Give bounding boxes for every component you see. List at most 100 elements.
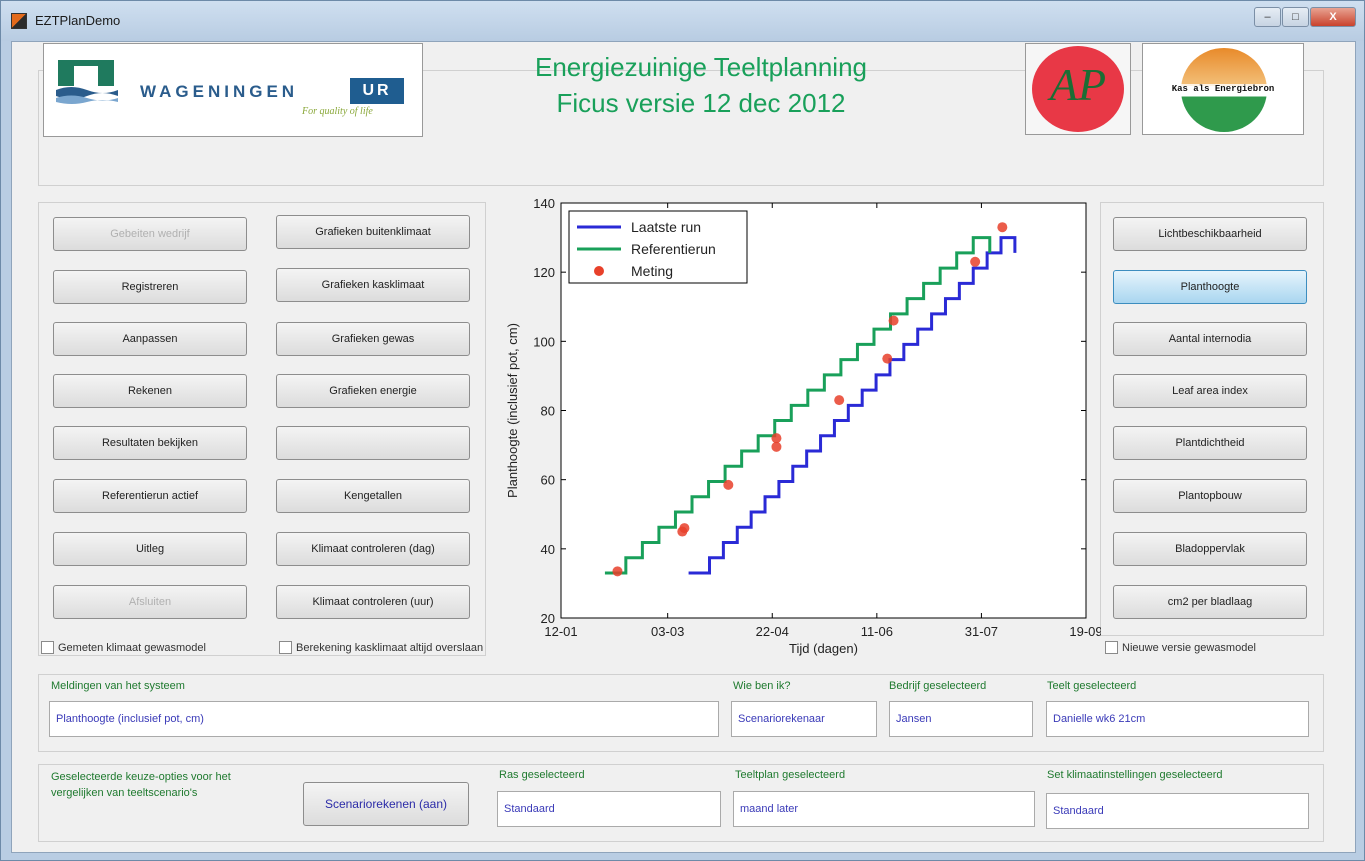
- ap-logo: AP: [1025, 43, 1131, 135]
- referentierun-actief-button[interactable]: Referentierun actief: [53, 479, 247, 513]
- klimaatinstellingen-field[interactable]: Standaard: [1046, 793, 1309, 829]
- title-line-1: Energiezuinige Teeltplanning: [535, 52, 867, 82]
- title-bar: EZTPlanDemo – □ X: [1, 1, 1364, 41]
- berekening-overslaan-checkbox-row[interactable]: Berekening kasklimaat altijd overslaan: [279, 641, 483, 654]
- y-axis-label: Planthoogte (inclusief pot, cm): [505, 323, 520, 498]
- resultaten-bekijken-button[interactable]: Resultaten bekijken: [53, 426, 247, 460]
- scenariorekenen-button[interactable]: Scenariorekenen (aan): [303, 782, 469, 826]
- wur-tagline: For quality of life: [302, 106, 373, 117]
- x-axis-label: Tijd (dagen): [789, 641, 858, 656]
- ras-field[interactable]: Standaard: [497, 791, 721, 827]
- meting-point: [723, 479, 734, 490]
- wur-name: WAGENINGEN: [140, 82, 299, 101]
- legend-swatch: [594, 266, 604, 276]
- uitleg-button[interactable]: Uitleg: [53, 532, 247, 566]
- empty-button[interactable]: [276, 426, 470, 460]
- grafieken-energie-button[interactable]: Grafieken energie: [276, 374, 470, 408]
- meting-point: [771, 433, 782, 444]
- teeltplan-field[interactable]: maand later: [733, 791, 1035, 827]
- app-window: EZTPlanDemo – □ X WAGENINGEN UR For qual…: [0, 0, 1365, 861]
- nieuwe-versie-checkbox-row[interactable]: Nieuwe versie gewasmodel: [1105, 641, 1256, 654]
- teelt-label: Teelt geselecteerd: [1047, 680, 1137, 692]
- gemeten-klimaat-checkbox[interactable]: [41, 641, 54, 654]
- y-tick-label: 40: [541, 542, 555, 557]
- legend-label: Laatste run: [631, 219, 701, 235]
- leaf-area-index-button[interactable]: Leaf area index: [1113, 374, 1307, 408]
- title-line-2: Ficus versie 12 dec 2012: [556, 88, 846, 118]
- meting-point: [882, 353, 893, 364]
- y-tick-label: 120: [533, 265, 555, 280]
- y-tick-label: 140: [533, 196, 555, 211]
- planthoogte-button[interactable]: Planthoogte: [1113, 270, 1307, 304]
- meting-point: [888, 315, 899, 326]
- teelt-field[interactable]: Danielle wk6 21cm: [1046, 701, 1309, 737]
- window-title: EZTPlanDemo: [35, 13, 121, 28]
- wie-ben-ik-label: Wie ben ik?: [733, 680, 791, 692]
- bedrijf-field[interactable]: Jansen: [889, 701, 1033, 737]
- kas-als-energiebron-logo: Kas als Energiebron: [1142, 43, 1304, 135]
- kengetallen-button[interactable]: Kengetallen: [276, 479, 470, 513]
- meting-point: [834, 395, 845, 406]
- maximize-button[interactable]: □: [1282, 7, 1309, 27]
- registreren-button[interactable]: Registreren: [53, 270, 247, 304]
- wur-mark-icon: [56, 60, 118, 104]
- ras-label: Ras geselecteerd: [499, 769, 585, 781]
- klimaat-controleren-dag-button[interactable]: Klimaat controleren (dag): [276, 532, 470, 566]
- grafieken-kasklimaat-button[interactable]: Grafieken kasklimaat: [276, 268, 470, 302]
- bedrijf-label: Bedrijf geselecteerd: [889, 680, 987, 692]
- aanpassen-button[interactable]: Aanpassen: [53, 322, 247, 356]
- cm2-per-bladlaag-button[interactable]: cm2 per bladlaag: [1113, 585, 1307, 619]
- nieuwe-versie-checkbox[interactable]: [1105, 641, 1118, 654]
- window-controls: – □ X: [1254, 7, 1356, 27]
- minimize-button[interactable]: –: [1254, 7, 1281, 27]
- afsluiten-button[interactable]: Afsluiten: [53, 585, 247, 619]
- y-tick-label: 80: [541, 404, 555, 419]
- nieuwe-versie-label: Nieuwe versie gewasmodel: [1122, 641, 1256, 654]
- meting-point: [612, 566, 623, 577]
- ap-logo-text: AP: [1049, 59, 1107, 110]
- meting-point: [771, 441, 782, 452]
- x-tick-label: 12-01: [544, 624, 577, 639]
- matlab-icon: [11, 13, 27, 29]
- meting-point: [997, 222, 1008, 233]
- x-tick-label: 22-04: [756, 624, 789, 639]
- aantal-internodia-button[interactable]: Aantal internodia: [1113, 322, 1307, 356]
- klimaat-controleren-uur-button[interactable]: Klimaat controleren (uur): [276, 585, 470, 619]
- bladoppervlak-button[interactable]: Bladoppervlak: [1113, 532, 1307, 566]
- scenario-description: Geselecteerde keuze-opties voor het verg…: [51, 771, 231, 799]
- berekening-overslaan-label: Berekening kasklimaat altijd overslaan: [296, 641, 484, 654]
- wageningen-ur-logo: WAGENINGEN UR For quality of life: [43, 43, 423, 137]
- berekening-overslaan-checkbox[interactable]: [279, 641, 292, 654]
- chart-svg: 2040608010012014012-01 03-03 22-04 11-06 31-…: [505, 196, 1101, 656]
- legend-label: Meting: [631, 263, 673, 279]
- grafieken-gewas-button[interactable]: Grafieken gewas: [276, 322, 470, 356]
- wur-ur-badge: UR: [350, 78, 404, 104]
- plantopbouw-button[interactable]: Plantopbouw: [1113, 479, 1307, 513]
- legend-label: Referentierun: [631, 241, 716, 257]
- y-tick-label: 60: [541, 473, 555, 488]
- close-button[interactable]: X: [1310, 7, 1356, 27]
- klimaatinstellingen-label: Set klimaatinstellingen geselecteerd: [1047, 769, 1223, 781]
- x-tick-label: 31-07: [965, 624, 998, 639]
- rekenen-button[interactable]: Rekenen: [53, 374, 247, 408]
- plantdichtheid-button[interactable]: Plantdichtheid: [1113, 426, 1307, 460]
- right-button-panel: [1100, 202, 1324, 636]
- page-title: Energiezuinige Teeltplanning Ficus versi…: [421, 49, 981, 121]
- x-tick-label: 11-06: [861, 624, 893, 639]
- kas-logo-text: Kas als Energiebron: [1143, 84, 1303, 94]
- lichtbeschikbaarheid-button[interactable]: Lichtbeschikbaarheid: [1113, 217, 1307, 251]
- meting-point: [970, 256, 981, 267]
- x-tick-label: 19-09: [1069, 624, 1101, 639]
- meldingen-field: Planthoogte (inclusief pot, cm): [49, 701, 719, 737]
- x-tick-label: 03-03: [651, 624, 684, 639]
- y-tick-label: 100: [533, 334, 555, 349]
- wie-ben-ik-field[interactable]: Scenariorekenaar: [731, 701, 877, 737]
- teeltplan-label: Teeltplan geselecteerd: [735, 769, 846, 781]
- gemeten-klimaat-checkbox-row[interactable]: Gemeten klimaat gewasmodel: [41, 641, 206, 654]
- meldingen-label: Meldingen van het systeem: [51, 680, 185, 692]
- meting-point: [679, 523, 690, 534]
- gebeiten-wedrijf-button[interactable]: Gebeiten wedrijf: [53, 217, 247, 251]
- planthoogte-chart: 20 40 60 80 100 120 140 12-01 03-03 22-04 11-06 31-…: [491, 193, 1101, 673]
- grafieken-buitenklimaat-button[interactable]: Grafieken buitenklimaat: [276, 215, 470, 249]
- gemeten-klimaat-label: Gemeten klimaat gewasmodel: [58, 641, 206, 654]
